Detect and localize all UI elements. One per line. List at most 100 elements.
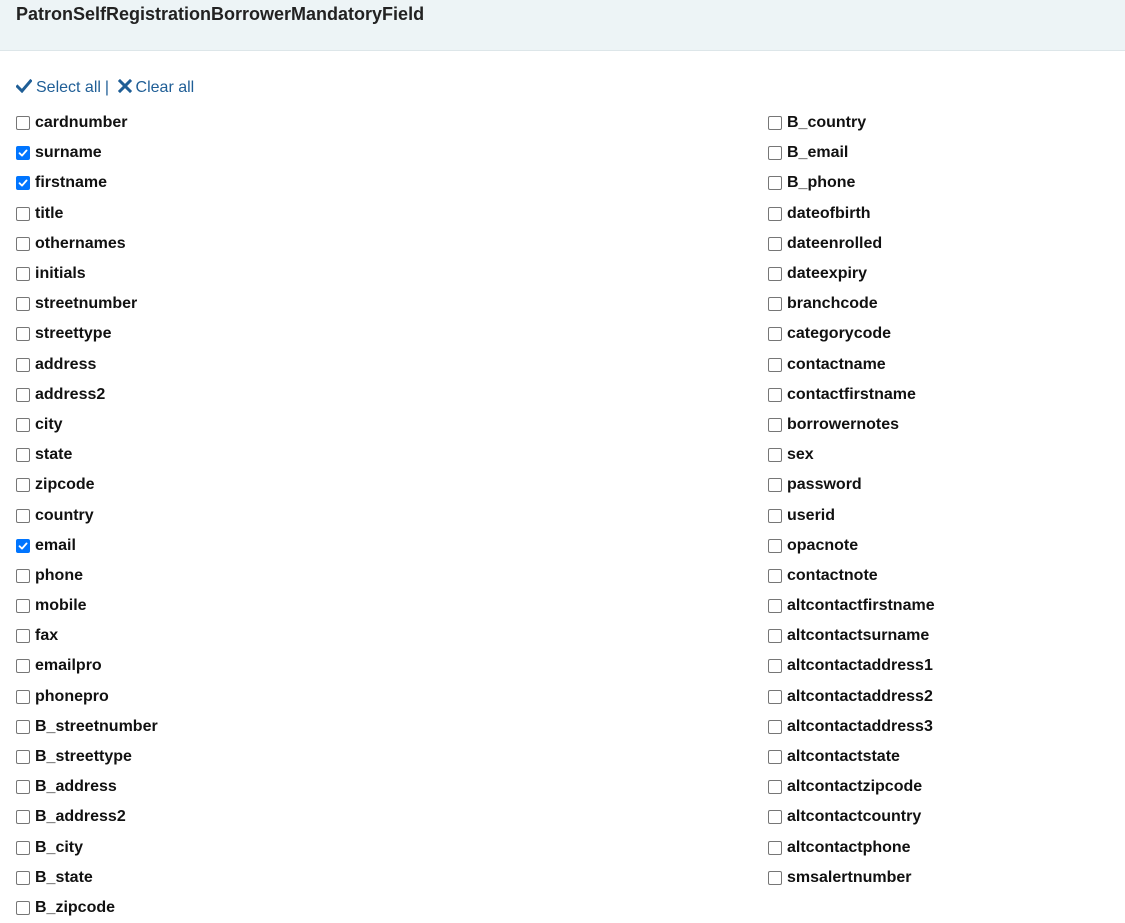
field-checkbox[interactable]	[768, 780, 782, 795]
field-checkbox[interactable]	[16, 146, 30, 161]
field-checkbox[interactable]	[16, 599, 30, 614]
field-checkbox[interactable]	[768, 689, 782, 704]
field-option[interactable]: borrowernotes	[767, 410, 935, 440]
field-checkbox[interactable]	[16, 387, 30, 402]
field-checkbox[interactable]	[16, 116, 30, 131]
field-checkbox[interactable]	[768, 387, 782, 402]
field-checkbox[interactable]	[16, 689, 30, 704]
field-option[interactable]: categorycode	[767, 319, 935, 349]
field-option[interactable]: B_streettype	[15, 742, 158, 772]
field-checkbox[interactable]	[768, 327, 782, 342]
field-checkbox[interactable]	[16, 206, 30, 221]
field-option[interactable]: zipcode	[15, 470, 158, 500]
field-checkbox[interactable]	[768, 659, 782, 674]
field-checkbox[interactable]	[768, 267, 782, 282]
field-option[interactable]: B_zipcode	[15, 893, 158, 923]
field-option[interactable]: B_email	[767, 138, 935, 168]
field-checkbox[interactable]	[16, 176, 30, 191]
field-checkbox[interactable]	[768, 568, 782, 583]
field-option[interactable]: country	[15, 500, 158, 530]
field-checkbox[interactable]	[16, 750, 30, 765]
field-checkbox[interactable]	[768, 629, 782, 644]
field-checkbox[interactable]	[768, 840, 782, 855]
field-option[interactable]: cardnumber	[15, 108, 158, 138]
field-checkbox[interactable]	[768, 176, 782, 191]
field-checkbox[interactable]	[16, 267, 30, 282]
field-option[interactable]: contactnote	[767, 561, 935, 591]
field-option[interactable]: sex	[767, 440, 935, 470]
field-option[interactable]: branchcode	[767, 289, 935, 319]
field-checkbox[interactable]	[768, 508, 782, 523]
field-option[interactable]: initials	[15, 259, 158, 289]
field-option[interactable]: dateofbirth	[767, 199, 935, 229]
field-checkbox[interactable]	[16, 810, 30, 825]
field-checkbox[interactable]	[768, 478, 782, 493]
field-checkbox[interactable]	[16, 900, 30, 915]
field-option[interactable]: fax	[15, 621, 158, 651]
field-checkbox[interactable]	[768, 116, 782, 131]
field-option[interactable]: altcontactzipcode	[767, 772, 935, 802]
field-checkbox[interactable]	[16, 629, 30, 644]
field-option[interactable]: password	[767, 470, 935, 500]
field-option[interactable]: altcontactfirstname	[767, 591, 935, 621]
field-checkbox[interactable]	[16, 840, 30, 855]
field-option[interactable]: contactname	[767, 350, 935, 380]
field-checkbox[interactable]	[16, 508, 30, 523]
field-checkbox[interactable]	[768, 236, 782, 251]
field-option[interactable]: firstname	[15, 168, 158, 198]
field-option[interactable]: title	[15, 199, 158, 229]
field-checkbox[interactable]	[768, 538, 782, 553]
field-checkbox[interactable]	[16, 478, 30, 493]
field-option[interactable]: phone	[15, 561, 158, 591]
field-option[interactable]: state	[15, 440, 158, 470]
field-checkbox[interactable]	[16, 327, 30, 342]
field-option[interactable]: dateexpiry	[767, 259, 935, 289]
field-option[interactable]: B_streetnumber	[15, 712, 158, 742]
field-checkbox[interactable]	[768, 719, 782, 734]
field-checkbox[interactable]	[16, 719, 30, 734]
field-option[interactable]: B_state	[15, 863, 158, 893]
field-option[interactable]: altcontactcountry	[767, 802, 935, 832]
field-option[interactable]: userid	[767, 500, 935, 530]
field-checkbox[interactable]	[768, 599, 782, 614]
field-option[interactable]: B_country	[767, 108, 935, 138]
field-option[interactable]: B_address2	[15, 802, 158, 832]
field-option[interactable]: altcontactphone	[767, 833, 935, 863]
field-checkbox[interactable]	[768, 146, 782, 161]
field-option[interactable]: dateenrolled	[767, 229, 935, 259]
field-option[interactable]: altcontactaddress1	[767, 651, 935, 681]
field-checkbox[interactable]	[768, 810, 782, 825]
field-option[interactable]: surname	[15, 138, 158, 168]
field-option[interactable]: streettype	[15, 319, 158, 349]
field-checkbox[interactable]	[768, 870, 782, 885]
field-option[interactable]: mobile	[15, 591, 158, 621]
field-checkbox[interactable]	[768, 417, 782, 432]
field-checkbox[interactable]	[768, 297, 782, 312]
field-checkbox[interactable]	[16, 568, 30, 583]
select-all-link[interactable]: Select all	[16, 79, 101, 96]
field-checkbox[interactable]	[16, 870, 30, 885]
clear-all-link[interactable]: Clear all	[113, 79, 194, 96]
field-checkbox[interactable]	[16, 297, 30, 312]
field-option[interactable]: smsalertnumber	[767, 863, 935, 893]
field-checkbox[interactable]	[16, 448, 30, 463]
field-checkbox[interactable]	[16, 538, 30, 553]
field-checkbox[interactable]	[16, 357, 30, 372]
field-option[interactable]: contactfirstname	[767, 380, 935, 410]
field-checkbox[interactable]	[16, 417, 30, 432]
field-option[interactable]: phonepro	[15, 682, 158, 712]
field-checkbox[interactable]	[768, 448, 782, 463]
field-option[interactable]: altcontactsurname	[767, 621, 935, 651]
field-checkbox[interactable]	[16, 780, 30, 795]
field-option[interactable]: email	[15, 531, 158, 561]
field-checkbox[interactable]	[768, 357, 782, 372]
field-option[interactable]: emailpro	[15, 651, 158, 681]
field-option[interactable]: streetnumber	[15, 289, 158, 319]
field-option[interactable]: opacnote	[767, 531, 935, 561]
field-option[interactable]: altcontactaddress3	[767, 712, 935, 742]
field-option[interactable]: B_address	[15, 772, 158, 802]
field-option[interactable]: altcontactstate	[767, 742, 935, 772]
field-option[interactable]: address2	[15, 380, 158, 410]
field-option[interactable]: othernames	[15, 229, 158, 259]
field-option[interactable]: altcontactaddress2	[767, 682, 935, 712]
